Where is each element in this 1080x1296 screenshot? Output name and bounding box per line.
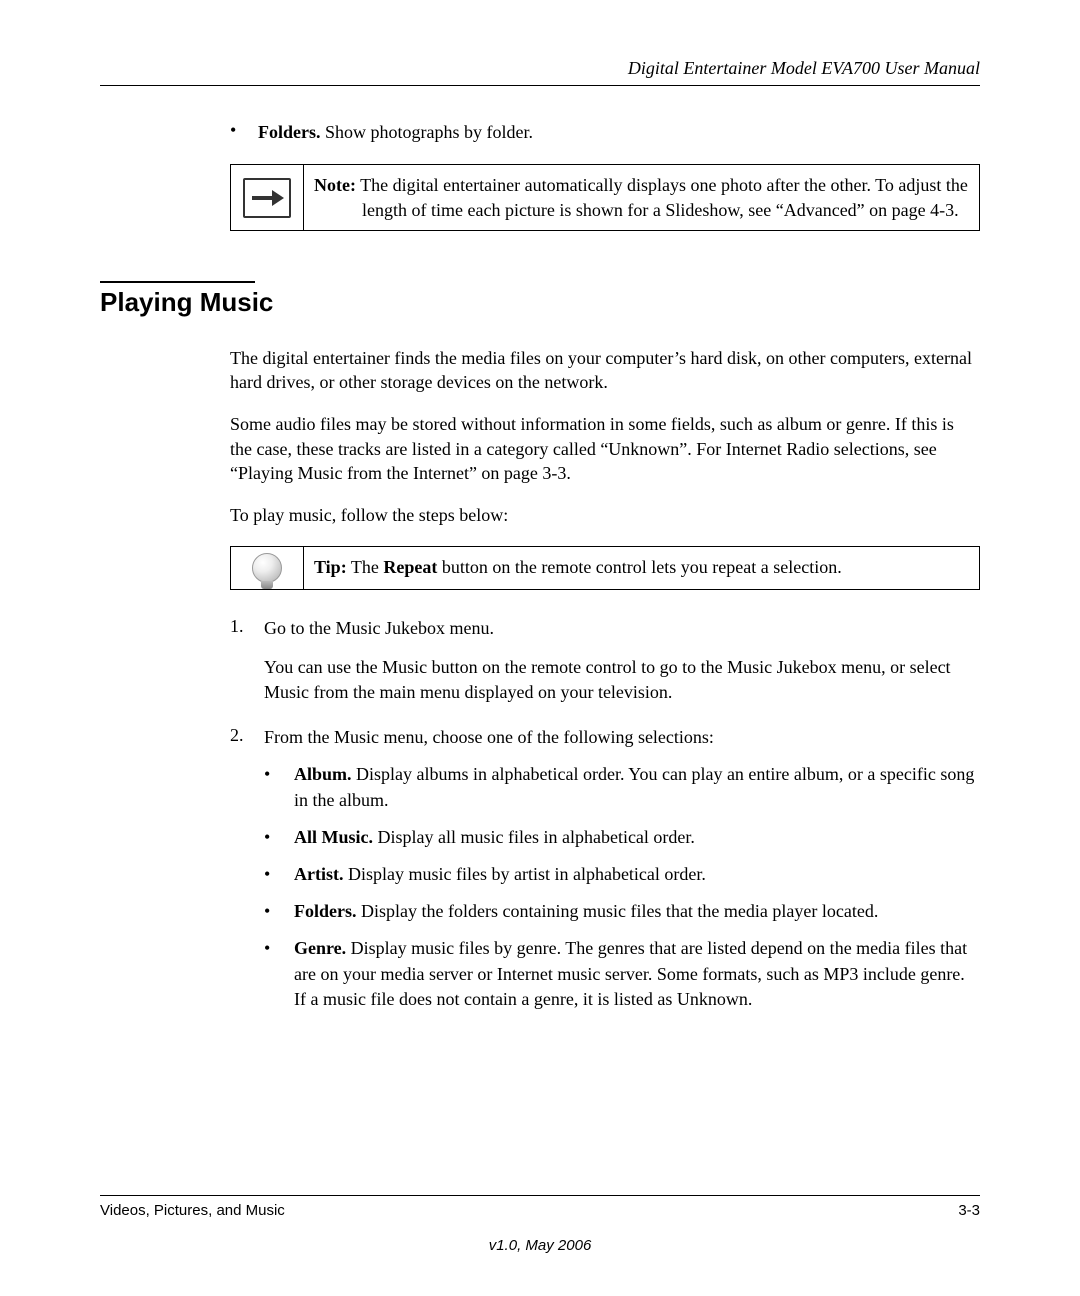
sub-label: All Music.: [294, 827, 373, 847]
footer-rule: [100, 1195, 980, 1196]
bullet-label: Folders.: [258, 122, 321, 142]
note-icon-cell: [231, 165, 304, 230]
note-body: Note: The digital entertainer automatica…: [304, 165, 979, 230]
arrow-right-icon: [243, 178, 291, 218]
tip-callout: Tip: The Repeat button on the remote con…: [230, 546, 980, 590]
sub-text: Display music files by genre. The genres…: [294, 938, 967, 1008]
step-1-sub: You can use the Music button on the remo…: [264, 655, 980, 705]
step-2: 2. From the Music menu, choose one of th…: [230, 725, 980, 1024]
running-head: Digital Entertainer Model EVA700 User Ma…: [100, 58, 980, 79]
note-text: The digital entertainer automatically di…: [356, 175, 968, 219]
sub-text: Display all music files in alphabetical …: [373, 827, 695, 847]
note-callout: Note: The digital entertainer automatica…: [230, 164, 980, 231]
header-rule: [100, 85, 980, 86]
step-2-sublist: • Album. Display albums in alphabetical …: [264, 762, 980, 1012]
sub-label: Genre.: [294, 938, 346, 958]
bullet-marker: •: [264, 762, 294, 812]
sub-item-artist: • Artist. Display music files by artist …: [264, 862, 980, 887]
bullet-marker: •: [264, 936, 294, 1012]
steps-list: 1. Go to the Music Jukebox menu. You can…: [230, 616, 980, 1024]
top-bullet-block: • Folders. Show photographs by folder.: [230, 120, 980, 144]
sub-label: Folders.: [294, 901, 357, 921]
sub-text: Display the folders containing music fil…: [357, 901, 879, 921]
bullet-marker: •: [264, 825, 294, 850]
step-1-num: 1.: [230, 616, 264, 712]
bullet-marker: •: [264, 899, 294, 924]
bullet-text: Folders. Show photographs by folder.: [258, 120, 980, 144]
bullet-marker: •: [230, 120, 258, 144]
tip-repeat-bold: Repeat: [383, 557, 437, 577]
page: Digital Entertainer Model EVA700 User Ma…: [0, 0, 1080, 1296]
footer-right-page-number: 3-3: [958, 1202, 980, 1219]
sub-item-folders: • Folders. Display the folders containin…: [264, 899, 980, 924]
tip-icon-cell: [231, 547, 304, 589]
bullet-marker: •: [264, 862, 294, 887]
bullet-desc: Show photographs by folder.: [321, 122, 533, 142]
bullet-item-folders: • Folders. Show photographs by folder.: [230, 120, 980, 144]
para-1: The digital entertainer finds the media …: [230, 346, 980, 395]
sub-label: Album.: [294, 764, 352, 784]
sub-text: Display music files by artist in alphabe…: [343, 864, 705, 884]
section-heading-playing-music: Playing Music: [100, 287, 980, 318]
step-2-text: From the Music menu, choose one of the f…: [264, 727, 714, 747]
para-3: To play music, follow the steps below:: [230, 503, 980, 527]
step-2-num: 2.: [230, 725, 264, 1024]
page-footer: Videos, Pictures, and Music 3-3 v1.0, Ma…: [100, 1195, 980, 1254]
tip-label: Tip:: [314, 557, 347, 577]
footer-version: v1.0, May 2006: [100, 1237, 980, 1254]
step-1: 1. Go to the Music Jukebox menu. You can…: [230, 616, 980, 712]
sub-text: Display albums in alphabetical order. Yo…: [294, 764, 974, 809]
note-label: Note:: [314, 175, 356, 195]
sub-item-genre: • Genre. Display music files by genre. T…: [264, 936, 980, 1012]
step-1-body: Go to the Music Jukebox menu. You can us…: [264, 616, 980, 712]
para-2: Some audio files may be stored without i…: [230, 412, 980, 485]
footer-left: Videos, Pictures, and Music: [100, 1202, 285, 1219]
sub-item-all-music: • All Music. Display all music files in …: [264, 825, 980, 850]
tip-body: Tip: The Repeat button on the remote con…: [304, 547, 979, 589]
section-rule: [100, 281, 255, 283]
sub-item-album: • Album. Display albums in alphabetical …: [264, 762, 980, 812]
tip-post: button on the remote control lets you re…: [437, 557, 841, 577]
step-1-text: Go to the Music Jukebox menu.: [264, 618, 494, 638]
tip-pre: The: [347, 557, 384, 577]
lightbulb-icon: [252, 553, 282, 583]
sub-label: Artist.: [294, 864, 343, 884]
step-2-body: From the Music menu, choose one of the f…: [264, 725, 980, 1024]
